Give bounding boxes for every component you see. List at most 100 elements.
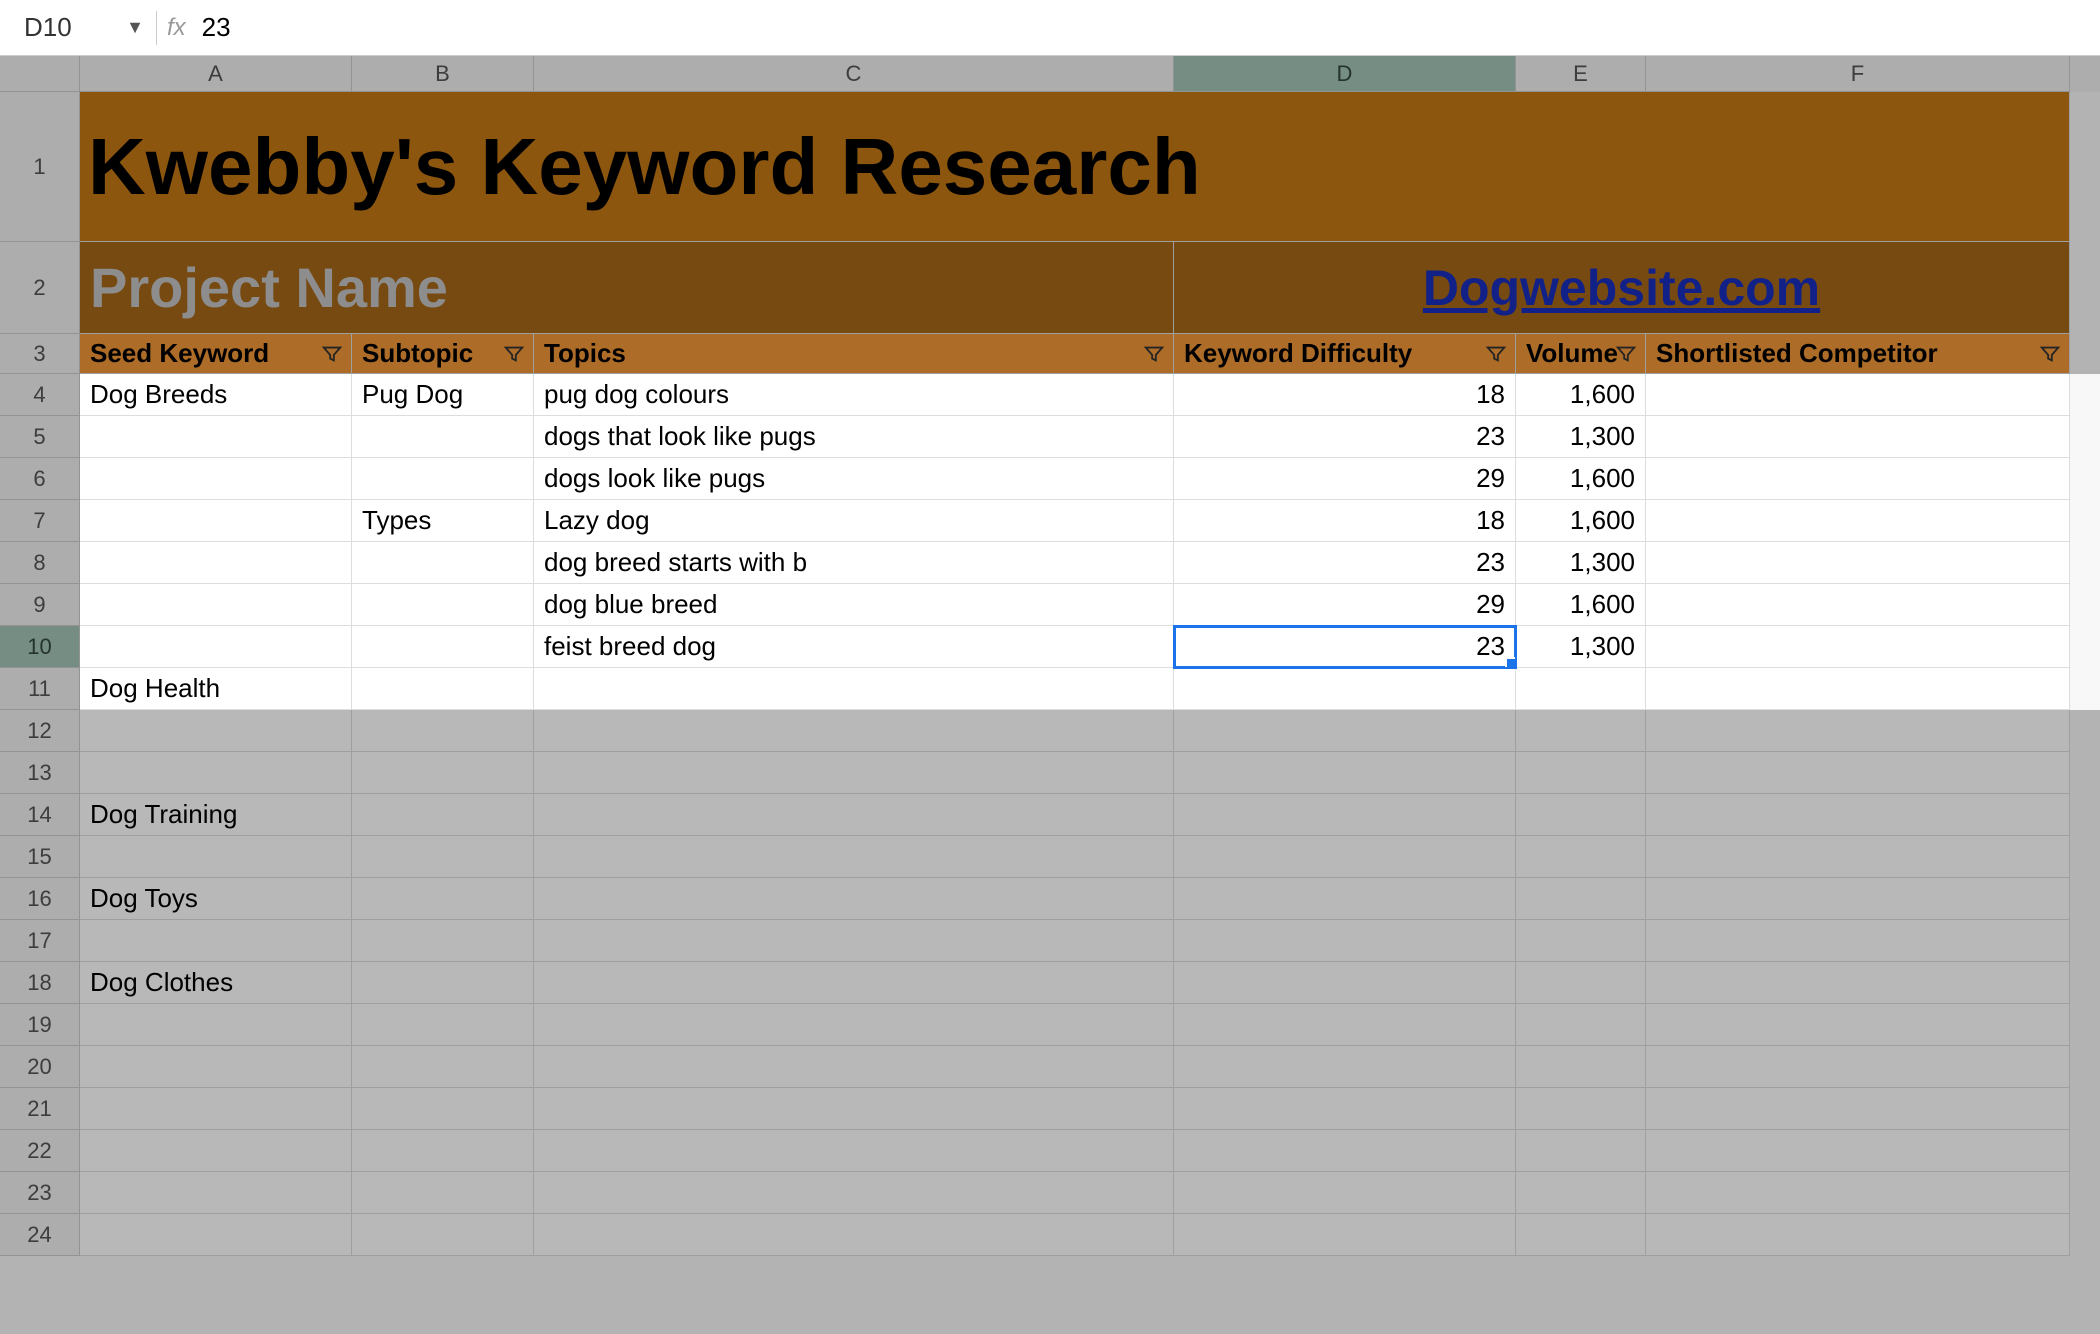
header-topics[interactable]: Topics <box>534 334 1174 374</box>
cell-topic[interactable]: Lazy dog <box>534 500 1174 542</box>
cell-seed-keyword[interactable] <box>80 542 352 584</box>
sheet-title[interactable]: Kwebby's Keyword Research <box>80 92 2070 242</box>
cell-competitor[interactable] <box>1646 1088 2070 1130</box>
cell-competitor[interactable] <box>1646 1172 2070 1214</box>
cell-topic[interactable]: feist breed dog <box>534 626 1174 668</box>
row-header-18[interactable]: 18 <box>0 962 80 1004</box>
cell-topic[interactable] <box>534 710 1174 752</box>
cell-subtopic[interactable] <box>352 836 534 878</box>
row-header-3[interactable]: 3 <box>0 334 80 374</box>
cell-seed-keyword[interactable] <box>80 1214 352 1256</box>
filter-icon[interactable] <box>1485 343 1507 365</box>
cell-keyword-difficulty[interactable] <box>1174 794 1516 836</box>
row-header-16[interactable]: 16 <box>0 878 80 920</box>
cell-subtopic[interactable] <box>352 878 534 920</box>
cell-volume[interactable] <box>1516 794 1646 836</box>
cell-competitor[interactable] <box>1646 542 2070 584</box>
cell-topic[interactable] <box>534 962 1174 1004</box>
cell-competitor[interactable] <box>1646 374 2070 416</box>
filter-icon[interactable] <box>1143 343 1165 365</box>
cell-subtopic[interactable] <box>352 1004 534 1046</box>
row-header-2[interactable]: 2 <box>0 242 80 334</box>
cell-topic[interactable] <box>534 1046 1174 1088</box>
cell-subtopic[interactable] <box>352 416 534 458</box>
row-header-4[interactable]: 4 <box>0 374 80 416</box>
cell-subtopic[interactable]: Types <box>352 500 534 542</box>
cell-competitor[interactable] <box>1646 794 2070 836</box>
name-box[interactable]: D10 ▼ <box>12 12 152 43</box>
cell-keyword-difficulty[interactable] <box>1174 752 1516 794</box>
cell-keyword-difficulty[interactable] <box>1174 1088 1516 1130</box>
cell-volume[interactable] <box>1516 1214 1646 1256</box>
cell-competitor[interactable] <box>1646 416 2070 458</box>
cell-competitor[interactable] <box>1646 500 2070 542</box>
header-shortlisted-competitor[interactable]: Shortlisted Competitor <box>1646 334 2070 374</box>
cell-seed-keyword[interactable] <box>80 752 352 794</box>
cell-keyword-difficulty[interactable] <box>1174 1214 1516 1256</box>
col-header-f[interactable]: F <box>1646 56 2070 92</box>
cell-volume[interactable]: 1,600 <box>1516 458 1646 500</box>
cell-topic[interactable] <box>534 752 1174 794</box>
cell-competitor[interactable] <box>1646 710 2070 752</box>
cell-volume[interactable]: 1,600 <box>1516 500 1646 542</box>
header-seed-keyword[interactable]: Seed Keyword <box>80 334 352 374</box>
cell-seed-keyword[interactable] <box>80 584 352 626</box>
row-header-6[interactable]: 6 <box>0 458 80 500</box>
cell-keyword-difficulty[interactable] <box>1174 1172 1516 1214</box>
cell-competitor[interactable] <box>1646 668 2070 710</box>
cell-keyword-difficulty[interactable] <box>1174 668 1516 710</box>
filter-icon[interactable] <box>503 343 525 365</box>
row-header-21[interactable]: 21 <box>0 1088 80 1130</box>
cell-volume[interactable]: 1,300 <box>1516 542 1646 584</box>
cell-volume[interactable] <box>1516 752 1646 794</box>
cell-seed-keyword[interactable] <box>80 500 352 542</box>
cell-competitor[interactable] <box>1646 1214 2070 1256</box>
header-volume[interactable]: Volume <box>1516 334 1646 374</box>
filter-icon[interactable] <box>2039 343 2061 365</box>
cell-subtopic[interactable] <box>352 458 534 500</box>
cell-seed-keyword[interactable] <box>80 1172 352 1214</box>
cell-competitor[interactable] <box>1646 878 2070 920</box>
cell-subtopic[interactable] <box>352 752 534 794</box>
cell-seed-keyword[interactable]: Dog Toys <box>80 878 352 920</box>
cell-seed-keyword[interactable] <box>80 1004 352 1046</box>
cell-seed-keyword[interactable]: Dog Breeds <box>80 374 352 416</box>
cell-competitor[interactable] <box>1646 920 2070 962</box>
cell-seed-keyword[interactable] <box>80 1088 352 1130</box>
cell-keyword-difficulty[interactable] <box>1174 878 1516 920</box>
cell-competitor[interactable] <box>1646 962 2070 1004</box>
cell-subtopic[interactable] <box>352 1046 534 1088</box>
chevron-down-icon[interactable]: ▼ <box>126 17 144 38</box>
cell-seed-keyword[interactable]: Dog Health <box>80 668 352 710</box>
cell-subtopic[interactable] <box>352 626 534 668</box>
cell-topic[interactable] <box>534 668 1174 710</box>
cell-keyword-difficulty[interactable]: 18 <box>1174 500 1516 542</box>
cell-competitor[interactable] <box>1646 1046 2070 1088</box>
col-header-e[interactable]: E <box>1516 56 1646 92</box>
cell-subtopic[interactable] <box>352 920 534 962</box>
cell-subtopic[interactable] <box>352 584 534 626</box>
cell-keyword-difficulty[interactable]: 18 <box>1174 374 1516 416</box>
filter-icon[interactable] <box>1615 343 1637 365</box>
cell-seed-keyword[interactable] <box>80 920 352 962</box>
cell-keyword-difficulty[interactable] <box>1174 710 1516 752</box>
header-keyword-difficulty[interactable]: Keyword Difficulty <box>1174 334 1516 374</box>
cell-volume[interactable] <box>1516 836 1646 878</box>
row-header-10[interactable]: 10 <box>0 626 80 668</box>
row-header-11[interactable]: 11 <box>0 668 80 710</box>
cell-keyword-difficulty[interactable] <box>1174 1004 1516 1046</box>
cell-keyword-difficulty[interactable]: 23 <box>1174 416 1516 458</box>
row-header-19[interactable]: 19 <box>0 1004 80 1046</box>
cell-subtopic[interactable] <box>352 710 534 752</box>
cell-seed-keyword[interactable] <box>80 416 352 458</box>
cell-subtopic[interactable] <box>352 962 534 1004</box>
col-header-c[interactable]: C <box>534 56 1174 92</box>
cell-topic[interactable] <box>534 1214 1174 1256</box>
spreadsheet-grid[interactable]: A B C D E F 1 Kwebby's Keyword Research … <box>0 56 2100 1334</box>
cell-topic[interactable] <box>534 1130 1174 1172</box>
row-header-22[interactable]: 22 <box>0 1130 80 1172</box>
project-site-link[interactable]: Dogwebsite.com <box>1174 242 2070 334</box>
cell-keyword-difficulty[interactable]: 23 <box>1174 542 1516 584</box>
cell-subtopic[interactable]: Pug Dog <box>352 374 534 416</box>
cell-competitor[interactable] <box>1646 836 2070 878</box>
